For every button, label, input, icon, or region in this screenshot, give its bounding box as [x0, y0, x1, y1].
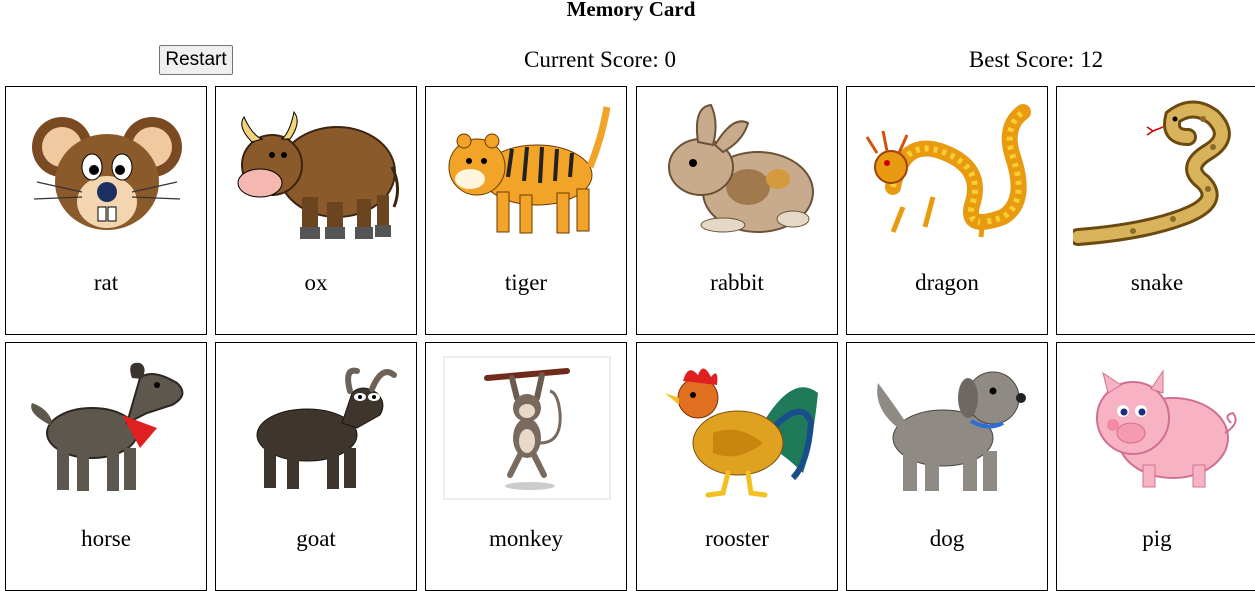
card-dragon[interactable]: dragon	[846, 86, 1048, 335]
restart-button[interactable]: Restart	[159, 45, 233, 75]
card-horse[interactable]: horse	[5, 342, 207, 591]
card-label: goat	[296, 526, 336, 551]
card-label: monkey	[488, 526, 564, 551]
card-rabbit[interactable]: rabbit	[636, 86, 838, 335]
card-rooster[interactable]: rooster	[636, 342, 838, 591]
pig-icon	[1073, 353, 1243, 503]
card-label: rabbit	[710, 270, 764, 295]
card-label: rooster	[705, 526, 769, 551]
card-goat[interactable]: goat	[215, 342, 417, 591]
ox-icon	[232, 97, 402, 247]
card-label: horse	[81, 526, 131, 551]
rabbit-icon	[653, 97, 823, 247]
rat-icon	[22, 97, 192, 247]
page-title: Memory Card	[566, 0, 696, 21]
dog-icon	[863, 353, 1033, 503]
card-label: dog	[929, 526, 965, 551]
goat-icon	[232, 353, 402, 503]
card-label: pig	[1142, 526, 1172, 551]
tiger-icon	[442, 97, 612, 247]
dragon-icon	[863, 97, 1033, 247]
card-dog[interactable]: dog	[846, 342, 1048, 591]
monkey-icon	[442, 353, 612, 503]
horse-icon	[22, 353, 192, 503]
card-monkey[interactable]: monkey	[425, 342, 627, 591]
card-label: tiger	[504, 270, 548, 295]
card-label: ox	[304, 270, 328, 295]
best-score: Best Score: 12	[968, 47, 1104, 72]
snake-icon	[1073, 97, 1243, 247]
card-label: dragon	[915, 270, 979, 295]
rooster-icon	[653, 353, 823, 503]
current-score: Current Score: 0	[523, 47, 676, 72]
card-ox[interactable]: ox	[215, 86, 417, 335]
card-tiger[interactable]: tiger	[425, 86, 627, 335]
card-label: snake	[1130, 270, 1184, 295]
card-label: rat	[93, 270, 119, 295]
card-rat[interactable]: rat	[5, 86, 207, 335]
card-pig[interactable]: pig	[1056, 342, 1255, 591]
card-snake[interactable]: snake	[1056, 86, 1255, 335]
